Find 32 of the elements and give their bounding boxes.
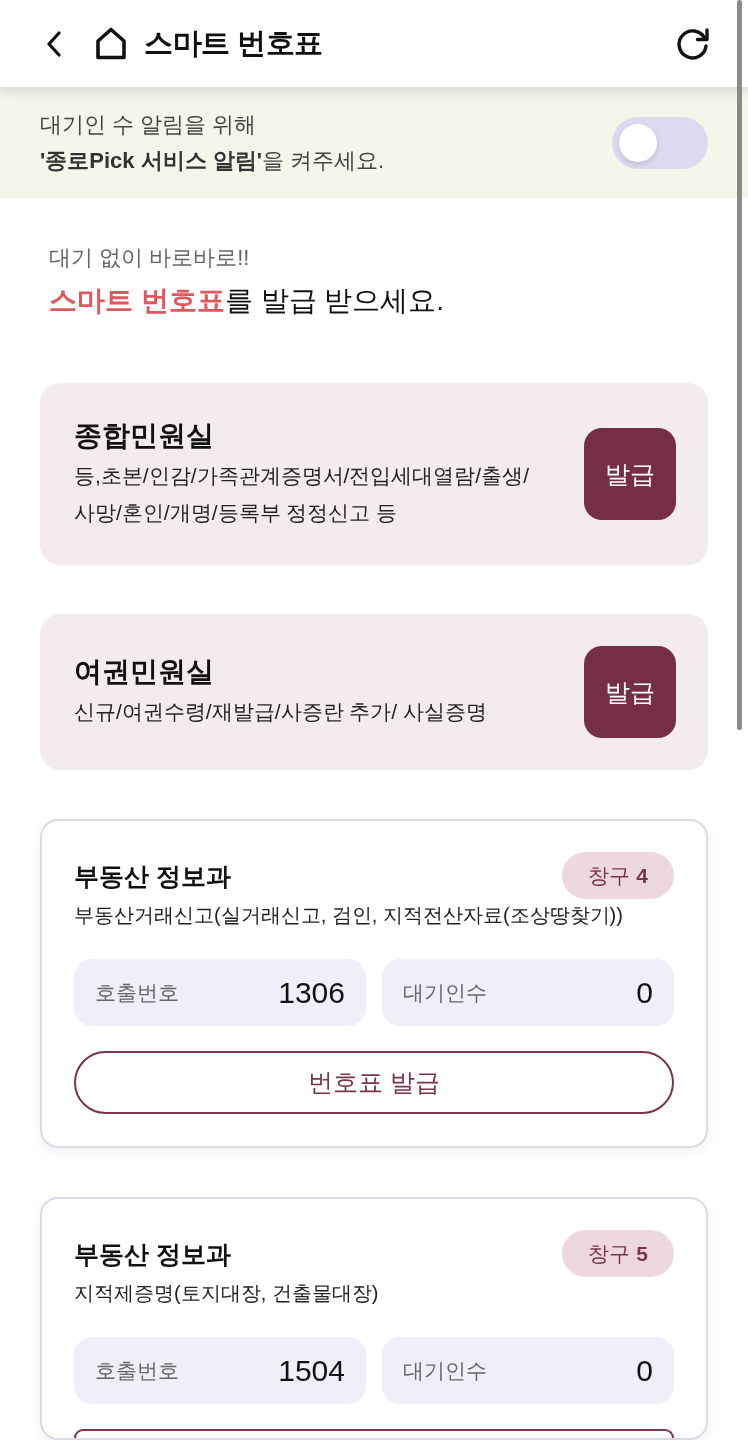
counter-title: 부동산 정보과: [74, 860, 231, 892]
back-icon: [46, 30, 62, 57]
stat-label: 호출번호: [95, 1357, 179, 1384]
counter-description: 지적제증명(토지대장, 건출물대장): [74, 1281, 380, 1306]
office-name: 여권민원실: [74, 655, 215, 689]
page-title: 스마트 번호표: [144, 25, 324, 61]
office-description: 신규/여권수령/재발급/사증란 추가/ 사실증명: [74, 699, 487, 725]
back-button[interactable]: [46, 30, 62, 57]
notice-text: 대기인 수 알림을 위해 '종로Pick 서비스 알림'을 켜주세요.: [40, 110, 385, 175]
refresh-icon: [676, 26, 710, 61]
intro-subtitle: 대기 없이 바로바로!!: [49, 244, 251, 272]
counter-description: 부동산거래신고(실거래신고, 검인, 지적전산자료(조상땅찾기)): [74, 903, 624, 928]
stat-value: 1504: [278, 1353, 345, 1388]
window-badge: 창구 5: [562, 1230, 674, 1277]
office-name: 종합민원실: [74, 418, 215, 453]
office-description: 등,초본/인감/가족관계증명서/전입세대열람/출생/ 사망/혼인/개명/등록부 정정신고 등: [74, 462, 529, 526]
stat-label: 대기인수: [403, 979, 487, 1006]
issue-button[interactable]: 발급: [584, 646, 676, 738]
alert-toggle[interactable]: [612, 116, 708, 169]
issue-button[interactable]: 발급: [584, 428, 676, 520]
window-badge: 창구 4: [562, 852, 674, 899]
ticket-button[interactable]: [74, 1429, 674, 1438]
refresh-button[interactable]: [676, 26, 710, 61]
stat-value: 1306: [278, 975, 345, 1010]
stat-value: 0: [636, 975, 653, 1010]
home-icon[interactable]: [95, 27, 127, 60]
ticket-button[interactable]: 번호표 발급: [74, 1051, 674, 1114]
stat-value: 0: [636, 1353, 653, 1388]
intro-headline: 스마트 번호표를 발급 받으세요.: [49, 284, 446, 318]
stat-label: 대기인수: [403, 1357, 487, 1384]
stat-label: 호출번호: [95, 979, 179, 1006]
counter-title: 부동산 정보과: [74, 1238, 231, 1270]
